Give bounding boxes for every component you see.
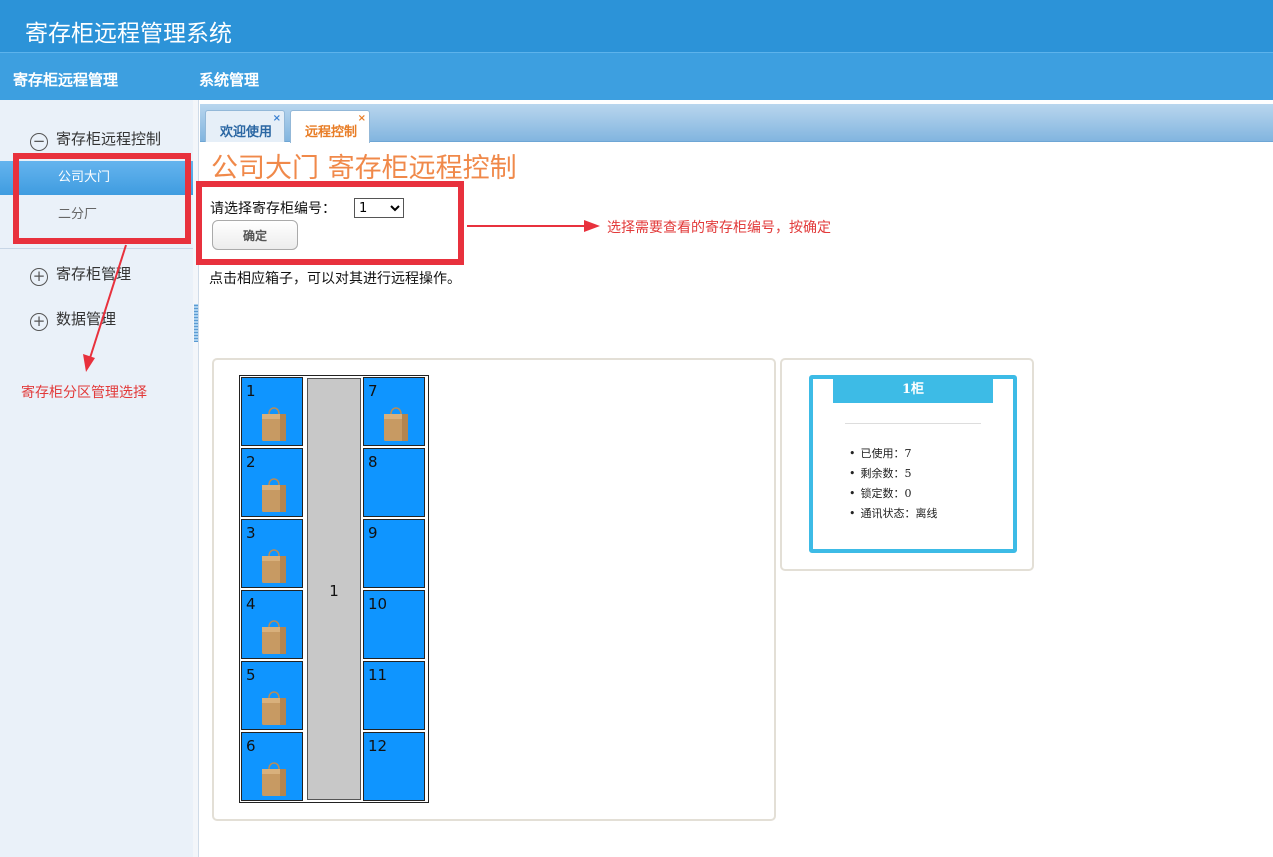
- locker-cell[interactable]: 11: [363, 661, 425, 730]
- locker-cell[interactable]: 3: [241, 519, 303, 588]
- locker-cell-number: 4: [246, 595, 256, 613]
- annotation-partition-hint: 寄存柜分区管理选择: [21, 385, 147, 401]
- locker-cell[interactable]: 1: [241, 377, 303, 446]
- bag-icon: [262, 407, 286, 441]
- stat-status: 通讯状态：离线: [849, 504, 938, 524]
- bag-icon: [384, 407, 408, 441]
- arrow-down-icon: [83, 244, 127, 372]
- locker-cell[interactable]: 2: [241, 448, 303, 517]
- bag-icon: [262, 478, 286, 512]
- locker-cell[interactable]: 4: [241, 590, 303, 659]
- bag-icon: [262, 620, 286, 654]
- locker-cell-number: 5: [246, 666, 256, 684]
- cabinet-info-header: 1柜: [833, 379, 993, 403]
- locker-cell-number: 9: [368, 524, 378, 542]
- locker-cell-number: 6: [246, 737, 256, 755]
- cabinet-stats: 已使用：7 剩余数：5 锁定数：0 通讯状态：离线: [849, 444, 938, 524]
- locker-cell[interactable]: 6: [241, 732, 303, 801]
- locker-cell-number: 7: [368, 382, 378, 400]
- locker-cell-number: 2: [246, 453, 256, 471]
- bag-icon: [262, 549, 286, 583]
- locker-cell[interactable]: 8: [363, 448, 425, 517]
- locker-cell[interactable]: 12: [363, 732, 425, 801]
- locker-cell[interactable]: 7: [363, 377, 425, 446]
- locker-cell[interactable]: 5: [241, 661, 303, 730]
- locker-cell-number: 8: [368, 453, 378, 471]
- cabinet-number: 1: [329, 582, 339, 600]
- annotation-select-hint: 选择需要查看的寄存柜编号，按确定: [607, 220, 831, 236]
- divider: [845, 423, 981, 424]
- locker-cell-number: 3: [246, 524, 256, 542]
- locker-cell-number: 1: [246, 382, 256, 400]
- bag-icon: [262, 691, 286, 725]
- bag-icon: [262, 762, 286, 796]
- cabinet-info-card: 1柜 已使用：7 剩余数：5 锁定数：0 通讯状态：离线: [809, 375, 1017, 553]
- locker-cell-number: 11: [368, 666, 388, 684]
- locker-cell-number: 12: [368, 737, 388, 755]
- locker-cell-number: 10: [368, 595, 388, 613]
- cabinet-center-column: 1: [307, 378, 361, 800]
- stat-remaining: 剩余数：5: [849, 464, 938, 484]
- stat-locked: 锁定数：0: [849, 484, 938, 504]
- locker-cabinet: 1 1 2 3 4 5 6 7 8 9 10 11 12: [239, 375, 429, 803]
- arrow-right-icon: [467, 220, 600, 232]
- locker-cell[interactable]: 10: [363, 590, 425, 659]
- stat-used: 已使用：7: [849, 444, 938, 464]
- locker-cell[interactable]: 9: [363, 519, 425, 588]
